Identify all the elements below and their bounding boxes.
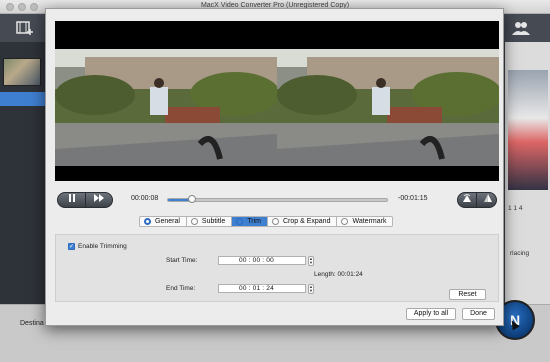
tab-watermark[interactable]: Watermark xyxy=(337,216,394,227)
done-button[interactable]: Done xyxy=(462,308,495,320)
rotate-button[interactable] xyxy=(458,193,477,207)
rotate-controls xyxy=(457,192,497,208)
original-video-view xyxy=(55,21,277,181)
trim-panel: ✓ Enable Trimming Start Time: 00 : 00 : … xyxy=(55,234,499,302)
start-time-field[interactable]: 00 : 00 : 00 xyxy=(218,256,306,265)
rotate-icon xyxy=(463,194,471,202)
tab-crop-expand[interactable]: Crop & Expand xyxy=(268,216,338,227)
tab-general-label: General xyxy=(155,218,180,225)
pause-icon xyxy=(68,194,75,202)
tab-trim-label: Trim xyxy=(247,218,261,225)
tab-subtitle[interactable]: Subtitle xyxy=(186,216,233,227)
tab-subtitle-label: Subtitle xyxy=(201,218,226,225)
output-setting-text: 1 1 4 xyxy=(508,205,523,212)
length-display: Length: 00:01:24 xyxy=(314,271,363,278)
seek-slider[interactable] xyxy=(167,195,388,203)
playback-bar: 00:00:08 -00:01:15 xyxy=(55,191,499,209)
video-frame-original xyxy=(55,49,277,166)
current-time: 00:00:08 xyxy=(131,195,159,202)
start-time-label: Start Time: xyxy=(166,257,198,264)
enable-trimming-label: Enable Trimming xyxy=(78,243,127,250)
add-video-icon[interactable] xyxy=(16,20,34,36)
tab-crop-expand-label: Crop & Expand xyxy=(283,218,331,225)
radio-crop-expand xyxy=(272,218,279,225)
end-time-value: 00 : 01 : 24 xyxy=(239,285,274,292)
end-time-label: End Time: xyxy=(166,285,196,292)
edit-dialog: 00:00:08 -00:01:15 General Subtitle Trim… xyxy=(45,8,504,326)
destination-label: Destina xyxy=(20,320,44,327)
users-icon[interactable] xyxy=(511,20,530,36)
tab-trim[interactable]: Trim xyxy=(232,216,268,227)
video-thumbnail[interactable] xyxy=(3,58,41,86)
tab-general[interactable]: General xyxy=(139,216,187,227)
start-time-value: 00 : 00 : 00 xyxy=(239,257,274,264)
pause-button[interactable] xyxy=(58,193,86,207)
seek-slider-thumb[interactable] xyxy=(188,195,197,203)
length-value: 00:01:24 xyxy=(337,271,363,278)
enable-trimming[interactable]: ✓ Enable Trimming xyxy=(68,243,127,250)
tab-watermark-label: Watermark xyxy=(352,218,387,225)
reset-button[interactable]: Reset xyxy=(449,289,486,300)
fast-forward-button[interactable] xyxy=(85,193,113,207)
flip-button[interactable] xyxy=(478,193,497,207)
radio-watermark xyxy=(341,218,349,225)
deinterlacing-label: rlacing xyxy=(510,250,530,257)
length-label: Length: xyxy=(314,271,336,278)
edit-tabs: General Subtitle Trim Crop & Expand Wate… xyxy=(139,216,394,227)
enable-trimming-checkbox[interactable]: ✓ xyxy=(68,243,75,250)
radio-trim xyxy=(236,218,244,225)
preview-video-view xyxy=(277,21,499,181)
selected-file-row[interactable] xyxy=(0,92,45,106)
end-time-stepper[interactable]: ▲ ▼ xyxy=(308,284,314,294)
apply-to-all-button[interactable]: Apply to all xyxy=(406,308,456,320)
end-time-field[interactable]: 00 : 01 : 24 xyxy=(218,284,306,293)
remaining-time: -00:01:15 xyxy=(398,195,428,202)
radio-subtitle xyxy=(190,218,198,225)
playback-controls xyxy=(57,192,113,208)
radio-general xyxy=(144,218,151,225)
video-frame-preview xyxy=(277,49,499,166)
output-preview-thumbnail xyxy=(508,70,548,190)
start-time-stepper[interactable]: ▲ ▼ xyxy=(308,256,314,266)
fast-forward-icon xyxy=(94,194,104,202)
flip-icon xyxy=(483,194,492,202)
